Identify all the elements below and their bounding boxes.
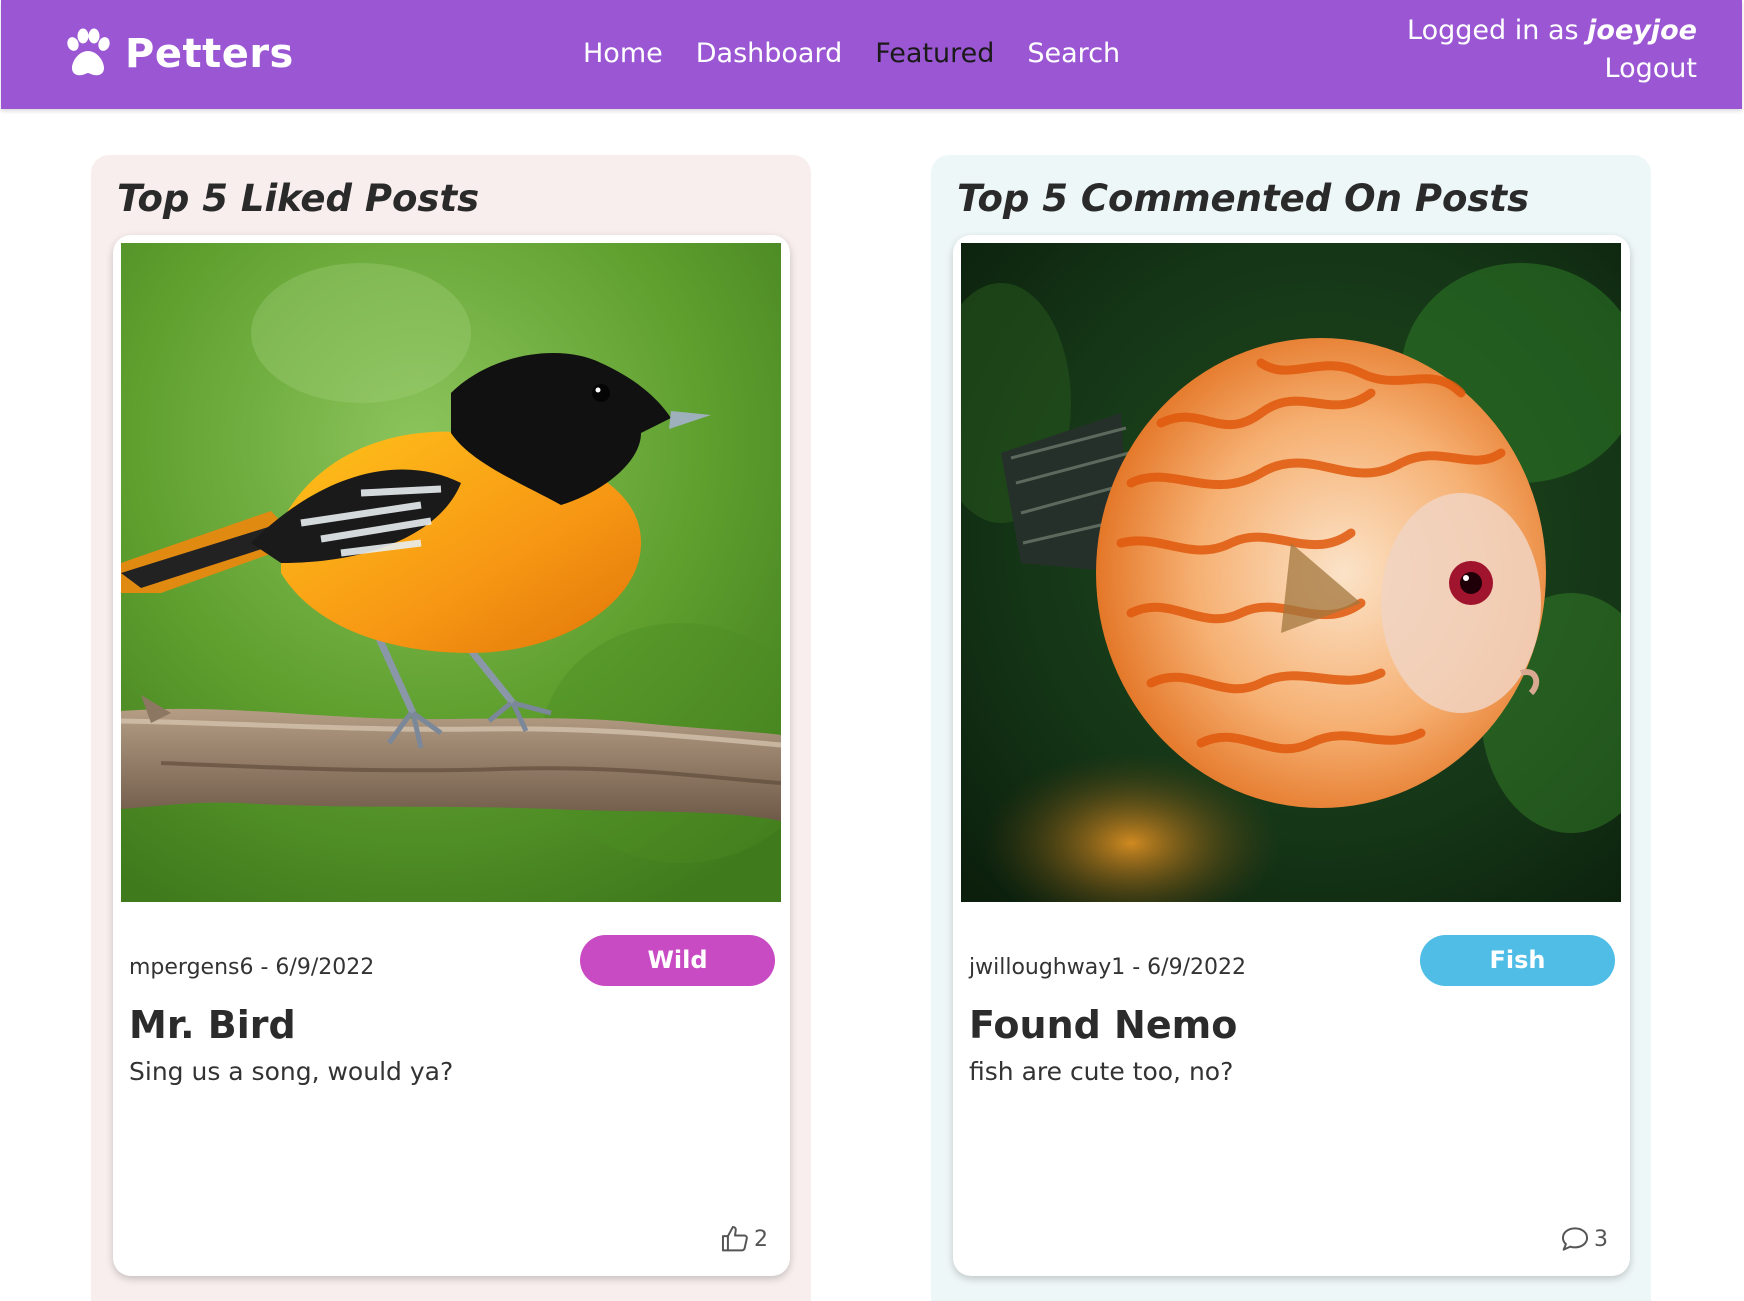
nav-dashboard[interactable]: Dashboard (696, 34, 842, 74)
panel-title: Top 5 Liked Posts (117, 177, 480, 220)
post-title: Mr. Bird (129, 1003, 296, 1047)
post-image (121, 243, 781, 902)
comment-stat[interactable]: 3 (1558, 1222, 1608, 1256)
like-stat[interactable]: 2 (718, 1222, 768, 1256)
post-image (961, 243, 1621, 902)
category-badge-fish[interactable]: Fish (1420, 935, 1615, 986)
paw-icon (67, 28, 110, 76)
fish-photo (961, 243, 1621, 902)
post-card[interactable]: jwilloughway1 - 6/9/2022 Fish Found Nemo… (953, 235, 1630, 1276)
bird-photo (121, 243, 781, 902)
top-navbar: Petters Home Dashboard Featured Search L… (1, 0, 1742, 109)
username: joeyjoe (1587, 15, 1697, 46)
post-description: Sing us a song, would ya? (129, 1057, 454, 1086)
post-title: Found Nemo (969, 1003, 1238, 1047)
logged-in-status: Logged in as joeyjoe (1407, 12, 1697, 50)
post-meta: mpergens6 - 6/9/2022 (129, 955, 375, 980)
post-meta: jwilloughway1 - 6/9/2022 (969, 955, 1246, 980)
top-commented-panel: Top 5 Commented On Posts jwilloughway1 -… (931, 155, 1651, 1301)
nav-home[interactable]: Home (583, 34, 663, 74)
nav-search[interactable]: Search (1027, 34, 1120, 74)
comment-icon (1561, 1227, 1589, 1251)
category-badge-wild[interactable]: Wild (580, 935, 775, 986)
nav-featured[interactable]: Featured (875, 34, 994, 74)
logged-in-label: Logged in as (1407, 15, 1579, 46)
logout-link[interactable]: Logout (1407, 50, 1697, 88)
post-description: fish are cute too, no? (969, 1057, 1234, 1086)
like-count: 2 (754, 1226, 768, 1252)
brand-link[interactable]: Petters (61, 24, 294, 84)
post-card[interactable]: mpergens6 - 6/9/2022 Wild Mr. Bird Sing … (113, 235, 790, 1276)
comment-count: 3 (1594, 1226, 1608, 1252)
thumbs-up-icon (721, 1225, 748, 1252)
panel-title: Top 5 Commented On Posts (957, 177, 1530, 220)
brand-name: Petters (125, 31, 294, 77)
main-nav: Home Dashboard Featured Search (583, 34, 1153, 74)
top-liked-panel: Top 5 Liked Posts mpergens6 - 6/9/2022 W… (91, 155, 811, 1301)
user-area: Logged in as joeyjoe Logout (1407, 12, 1697, 88)
